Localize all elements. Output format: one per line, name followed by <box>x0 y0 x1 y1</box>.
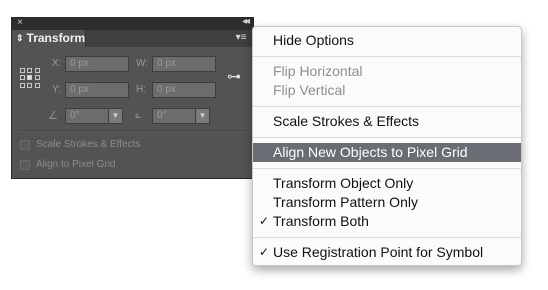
transform-panel: × ◂◂ ⇕ Transform ▾≡ X: 0 px W: 0 px Y: 0 … <box>11 16 254 179</box>
menu-separator <box>253 237 521 238</box>
panel-titlebar: × ◂◂ <box>12 16 253 30</box>
menu-separator <box>253 168 521 169</box>
checkmark-icon: ✓ <box>259 214 270 228</box>
panel-divider <box>18 130 247 132</box>
h-field[interactable]: 0 px <box>152 82 216 98</box>
reference-point-icon[interactable] <box>20 68 40 88</box>
panel-menu-button[interactable]: ▾≡ <box>233 31 249 45</box>
panel-flyout-menu: Hide Options Flip Horizontal Flip Vertic… <box>252 26 522 266</box>
w-label: W: <box>136 58 149 69</box>
menu-item-use-registration-point[interactable]: ✓ Use Registration Point for Symbol <box>253 243 521 262</box>
shear-icon: ⟀ <box>135 109 142 121</box>
align-pixel-grid-checkbox[interactable] <box>20 160 30 170</box>
menu-item-flip-vertical: Flip Vertical <box>273 82 346 98</box>
rotate-value: 0° <box>70 110 80 121</box>
menu-item-flip-horizontal: Flip Horizontal <box>273 63 363 79</box>
menu-item-transform-pattern-only[interactable]: Transform Pattern Only <box>253 193 521 212</box>
checkmark-icon: ✓ <box>259 245 270 259</box>
x-field[interactable]: 0 px <box>65 56 129 72</box>
menu-item-use-registration-point-label: Use Registration Point for Symbol <box>273 244 484 260</box>
chevron-down-icon: ▼ <box>108 109 122 123</box>
shear-dropdown[interactable]: 0° ▼ <box>152 108 210 124</box>
shear-value: 0° <box>157 110 167 121</box>
y-label: Y: <box>52 84 61 95</box>
constrain-proportions-icon[interactable]: ⊶ <box>226 67 242 85</box>
menu-item-scale-strokes[interactable]: Scale Strokes & Effects <box>253 112 521 131</box>
menu-separator <box>253 137 521 138</box>
tab-transform-label: Transform <box>26 31 86 45</box>
close-icon[interactable]: × <box>17 17 23 28</box>
scale-strokes-checkbox[interactable] <box>20 140 30 150</box>
align-pixel-grid-label: Align to Pixel Grid <box>36 159 116 170</box>
menu-item-align-new-objects[interactable]: Align New Objects to Pixel Grid <box>253 143 521 162</box>
menu-separator <box>253 106 521 107</box>
w-field[interactable]: 0 px <box>152 56 216 72</box>
collapse-icon[interactable]: ◂◂ <box>242 16 250 27</box>
panel-tab-row: ⇕ Transform ▾≡ <box>12 30 253 47</box>
updown-icon: ⇕ <box>16 33 24 43</box>
scale-strokes-label: Scale Strokes & Effects <box>36 139 141 150</box>
tab-transform[interactable]: ⇕ Transform <box>12 30 86 47</box>
menu-item-transform-object-only[interactable]: Transform Object Only <box>253 174 521 193</box>
rotate-dropdown[interactable]: 0° ▼ <box>65 108 123 124</box>
menu-item-transform-both[interactable]: ✓ Transform Both <box>253 212 521 231</box>
rotate-icon: ∠ <box>48 110 58 122</box>
chevron-down-icon: ▼ <box>195 109 209 123</box>
y-field[interactable]: 0 px <box>65 82 129 98</box>
menu-item-transform-both-label: Transform Both <box>273 213 369 229</box>
menu-separator <box>253 56 521 57</box>
h-label: H: <box>136 84 146 95</box>
x-label: X: <box>52 58 62 69</box>
menu-item-hide-options[interactable]: Hide Options <box>253 31 521 50</box>
